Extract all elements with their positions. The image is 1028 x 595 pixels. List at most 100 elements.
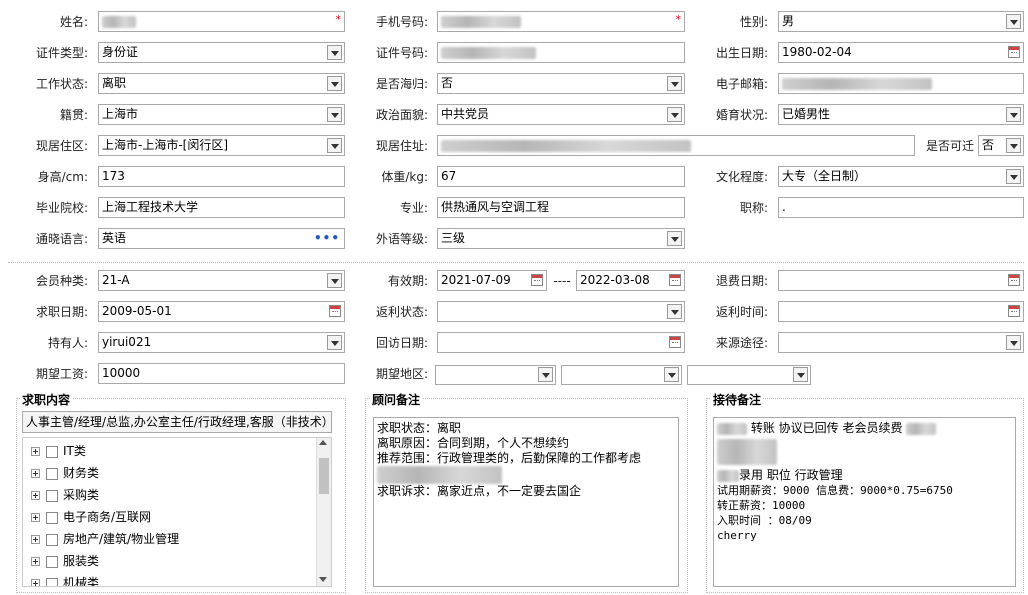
calendar-icon[interactable] (1008, 274, 1020, 286)
dropdown-arrow-icon[interactable] (1006, 138, 1021, 153)
rebate-status-select[interactable] (437, 301, 685, 322)
consultant-notes-textarea[interactable]: 求职状态：离职 离职原因：合同到期，个人不想续约 推荐范围：行政管理类的，后勤保… (373, 417, 679, 587)
dropdown-arrow-icon[interactable] (327, 76, 342, 91)
region-province-select[interactable] (435, 365, 556, 385)
dropdown-arrow-icon[interactable] (1006, 335, 1021, 350)
checkbox[interactable] (46, 445, 58, 458)
education-select[interactable]: 大专（全日制） (778, 166, 1024, 187)
refund-date-field[interactable] (778, 270, 1024, 291)
weight-field[interactable]: 67 (437, 166, 685, 187)
calendar-icon[interactable] (1008, 305, 1020, 317)
rebate-time-label: 返利时间: (715, 305, 768, 319)
member-type-select[interactable]: 21-A (98, 270, 345, 291)
note-line: 转正薪资：10000 (717, 499, 806, 512)
tree-item-machinery[interactable]: 机械类 (31, 572, 99, 586)
calendar-icon[interactable] (329, 305, 341, 317)
expand-icon[interactable] (31, 469, 40, 478)
language-field[interactable]: 英语 ••• (98, 228, 345, 249)
note-text: 转账 协议已回传 老会员续费 (750, 421, 903, 435)
job-date-field[interactable]: 2009-05-01 (98, 301, 345, 322)
reception-notes-textarea[interactable]: 转账 协议已回传 老会员续费 录用 职位 行政管理 试用期薪资：9000 信息费… (713, 417, 1016, 587)
job-date-label: 求职日期: (35, 305, 88, 319)
tree-item-ecommerce[interactable]: 电子商务/互联网 (31, 506, 151, 528)
school-field[interactable]: 上海工程技术大学 (98, 197, 345, 218)
category-tree[interactable]: IT类 财务类 采购类 电子商务/互联网 房地产/建筑/物业管理 服装类 机械类 (22, 437, 332, 587)
checkbox[interactable] (46, 533, 58, 546)
checkbox[interactable] (46, 467, 58, 480)
salary-field[interactable]: 10000 (98, 363, 345, 384)
calendar-icon[interactable] (669, 274, 681, 286)
dropdown-arrow-icon[interactable] (327, 273, 342, 288)
relocate-select[interactable]: 否 (978, 135, 1024, 156)
region-district-select[interactable] (687, 365, 811, 385)
birth-date-field[interactable]: 1980-02-04 (778, 42, 1024, 63)
height-field[interactable]: 173 (98, 166, 345, 187)
scrollbar-thumb[interactable] (319, 458, 329, 494)
idtype-select[interactable]: 身份证 (98, 42, 345, 63)
holder-select[interactable]: yirui021 (98, 332, 345, 353)
tree-item-finance[interactable]: 财务类 (31, 462, 99, 484)
checkbox[interactable] (46, 577, 58, 586)
dropdown-arrow-icon[interactable] (327, 335, 342, 350)
dropdown-arrow-icon[interactable] (538, 367, 553, 382)
dropdown-arrow-icon[interactable] (667, 76, 682, 91)
more-options-icon[interactable]: ••• (314, 229, 340, 248)
note-line-blurred (717, 436, 1012, 468)
calendar-icon[interactable] (1008, 46, 1020, 58)
scrollbar[interactable] (316, 438, 331, 586)
native-select[interactable]: 上海市 (98, 104, 345, 125)
valid-to-field[interactable]: 2022-03-08 (576, 270, 685, 291)
dropdown-arrow-icon[interactable] (793, 367, 808, 382)
region-label: 期望地区: (375, 367, 428, 381)
visit-date-field[interactable] (437, 332, 685, 353)
calendar-icon[interactable] (531, 274, 543, 286)
phone-field[interactable]: * (437, 11, 685, 32)
expand-icon[interactable] (31, 557, 40, 566)
dropdown-arrow-icon[interactable] (667, 231, 682, 246)
rebate-time-field[interactable] (778, 301, 1024, 322)
expand-icon[interactable] (31, 535, 40, 544)
marital-select[interactable]: 已婚男性 (778, 104, 1024, 125)
note-line: cherry (717, 529, 757, 542)
calendar-icon[interactable] (669, 336, 681, 348)
political-select[interactable]: 中共党员 (437, 104, 685, 125)
political-value: 中共党员 (441, 107, 490, 121)
dropdown-arrow-icon[interactable] (327, 45, 342, 60)
dropdown-arrow-icon[interactable] (667, 107, 682, 122)
district-select[interactable]: 上海市-上海市-[闵行区] (98, 135, 345, 156)
salary-value: 10000 (102, 366, 141, 380)
expand-icon[interactable] (31, 447, 40, 456)
returnee-value: 否 (441, 76, 454, 90)
dropdown-arrow-icon[interactable] (664, 367, 679, 382)
major-field[interactable]: 供热通风与空调工程 (437, 197, 685, 218)
lang-level-select[interactable]: 三级 (437, 228, 685, 249)
idno-field[interactable] (437, 42, 685, 63)
returnee-select[interactable]: 否 (437, 73, 685, 94)
tree-item-apparel[interactable]: 服装类 (31, 550, 99, 572)
dropdown-arrow-icon[interactable] (667, 304, 682, 319)
political-label: 政治面貌: (375, 108, 428, 122)
source-select[interactable] (778, 332, 1024, 353)
dropdown-arrow-icon[interactable] (1006, 169, 1021, 184)
region-city-select[interactable] (561, 365, 682, 385)
job-title-field[interactable]: . (778, 197, 1024, 218)
dropdown-arrow-icon[interactable] (1006, 14, 1021, 29)
gender-select[interactable]: 男 (778, 11, 1024, 32)
expand-icon[interactable] (31, 513, 40, 522)
tree-item-purchase[interactable]: 采购类 (31, 484, 99, 506)
work-status-select[interactable]: 离职 (98, 73, 345, 94)
expand-icon[interactable] (31, 579, 40, 586)
expand-icon[interactable] (31, 491, 40, 500)
name-field[interactable]: * (98, 11, 345, 32)
address-field[interactable] (437, 135, 915, 156)
tree-item-realestate[interactable]: 房地产/建筑/物业管理 (31, 528, 179, 550)
valid-from-field[interactable]: 2021-07-09 (437, 270, 547, 291)
dropdown-arrow-icon[interactable] (327, 138, 342, 153)
tree-item-it[interactable]: IT类 (31, 440, 86, 462)
email-field[interactable] (778, 73, 1024, 94)
dropdown-arrow-icon[interactable] (327, 107, 342, 122)
dropdown-arrow-icon[interactable] (1006, 107, 1021, 122)
checkbox[interactable] (46, 489, 58, 502)
checkbox[interactable] (46, 511, 58, 524)
checkbox[interactable] (46, 555, 58, 568)
